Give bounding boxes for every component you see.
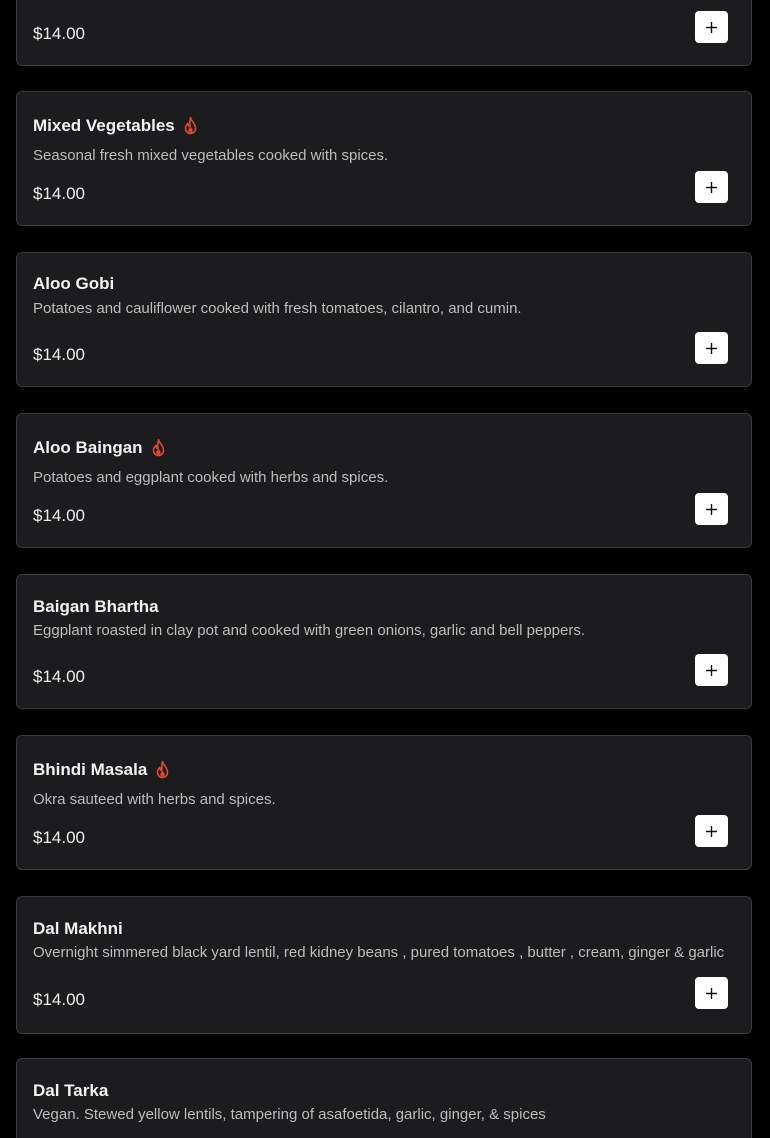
menu-item-card[interactable]: $14.00 [16, 0, 752, 66]
menu-list: $14.00 Mixed Vegetables Seasonal fresh m… [0, 0, 770, 1138]
menu-item-card[interactable]: Aloo Baingan Potatoes and eggplant cooke… [16, 413, 752, 548]
menu-item-name: Aloo Gobi [33, 274, 115, 293]
menu-item-title: Dal Tarka [33, 1081, 108, 1101]
flame-icon [154, 760, 171, 780]
menu-item-name: Dal Makhni [33, 919, 123, 938]
plus-icon [706, 21, 717, 33]
menu-item-card[interactable]: Mixed Vegetables Seasonal fresh mixed ve… [16, 91, 752, 226]
menu-item-description: Overnight simmered black yard lentil, re… [33, 944, 725, 961]
menu-item-name: Bhindi Masala [33, 760, 148, 779]
plus-icon [706, 342, 717, 354]
add-to-cart-button[interactable] [695, 654, 728, 686]
menu-item-description: Potatoes and cauliflower cooked with fre… [33, 300, 522, 317]
menu-item-name: Aloo Baingan [33, 438, 143, 457]
menu-item-name: Baigan Bhartha [33, 597, 159, 616]
menu-item-title: Bhindi Masala [33, 760, 171, 780]
plus-icon [706, 825, 717, 837]
add-to-cart-button[interactable] [695, 332, 728, 364]
flame-icon [182, 116, 199, 136]
plus-icon [706, 503, 717, 515]
menu-item-name: Mixed Vegetables [33, 116, 175, 135]
menu-item-description: Eggplant roasted in clay pot and cooked … [33, 622, 586, 639]
menu-item-card[interactable]: Bhindi Masala Okra sauteed with herbs an… [16, 735, 752, 870]
menu-item-card[interactable]: Dal Tarka Vegan. Stewed yellow lentils, … [16, 1058, 752, 1138]
menu-item-description: Potatoes and eggplant cooked with herbs … [33, 469, 389, 486]
menu-item-price: $14.00 [33, 345, 85, 364]
menu-item-name: Dal Tarka [33, 1081, 109, 1100]
add-to-cart-button[interactable] [695, 977, 728, 1009]
flame-icon [150, 438, 167, 458]
menu-item-description: Vegan. Stewed yellow lentils, tampering … [33, 1106, 546, 1123]
plus-icon [706, 664, 717, 676]
menu-item-price: $14.00 [33, 506, 85, 525]
menu-item-card[interactable]: Baigan Bhartha Eggplant roasted in clay … [16, 574, 752, 709]
menu-item-title: Aloo Baingan [33, 438, 167, 458]
menu-item-price: $14.00 [33, 184, 85, 203]
menu-item-card[interactable]: Dal Makhni Overnight simmered black yard… [16, 896, 752, 1034]
menu-item-description: Okra sauteed with herbs and spices. [33, 791, 276, 808]
plus-icon [706, 181, 717, 193]
add-to-cart-button[interactable] [695, 493, 728, 525]
menu-item-price: $14.00 [33, 667, 85, 686]
menu-item-price: $14.00 [33, 24, 85, 43]
menu-item-title: Aloo Gobi [33, 274, 114, 294]
add-to-cart-button[interactable] [695, 815, 728, 847]
add-to-cart-button[interactable] [695, 171, 728, 203]
menu-item-description: Seasonal fresh mixed vegetables cooked w… [33, 147, 389, 164]
menu-item-price: $14.00 [33, 828, 85, 847]
plus-icon [706, 987, 717, 999]
menu-item-card[interactable]: Aloo Gobi Potatoes and cauliflower cooke… [16, 252, 752, 387]
menu-item-price: $14.00 [33, 990, 85, 1009]
add-to-cart-button[interactable] [695, 11, 728, 43]
menu-item-title: Baigan Bhartha [33, 597, 159, 617]
menu-item-title: Mixed Vegetables [33, 116, 199, 136]
menu-item-title: Dal Makhni [33, 919, 123, 939]
